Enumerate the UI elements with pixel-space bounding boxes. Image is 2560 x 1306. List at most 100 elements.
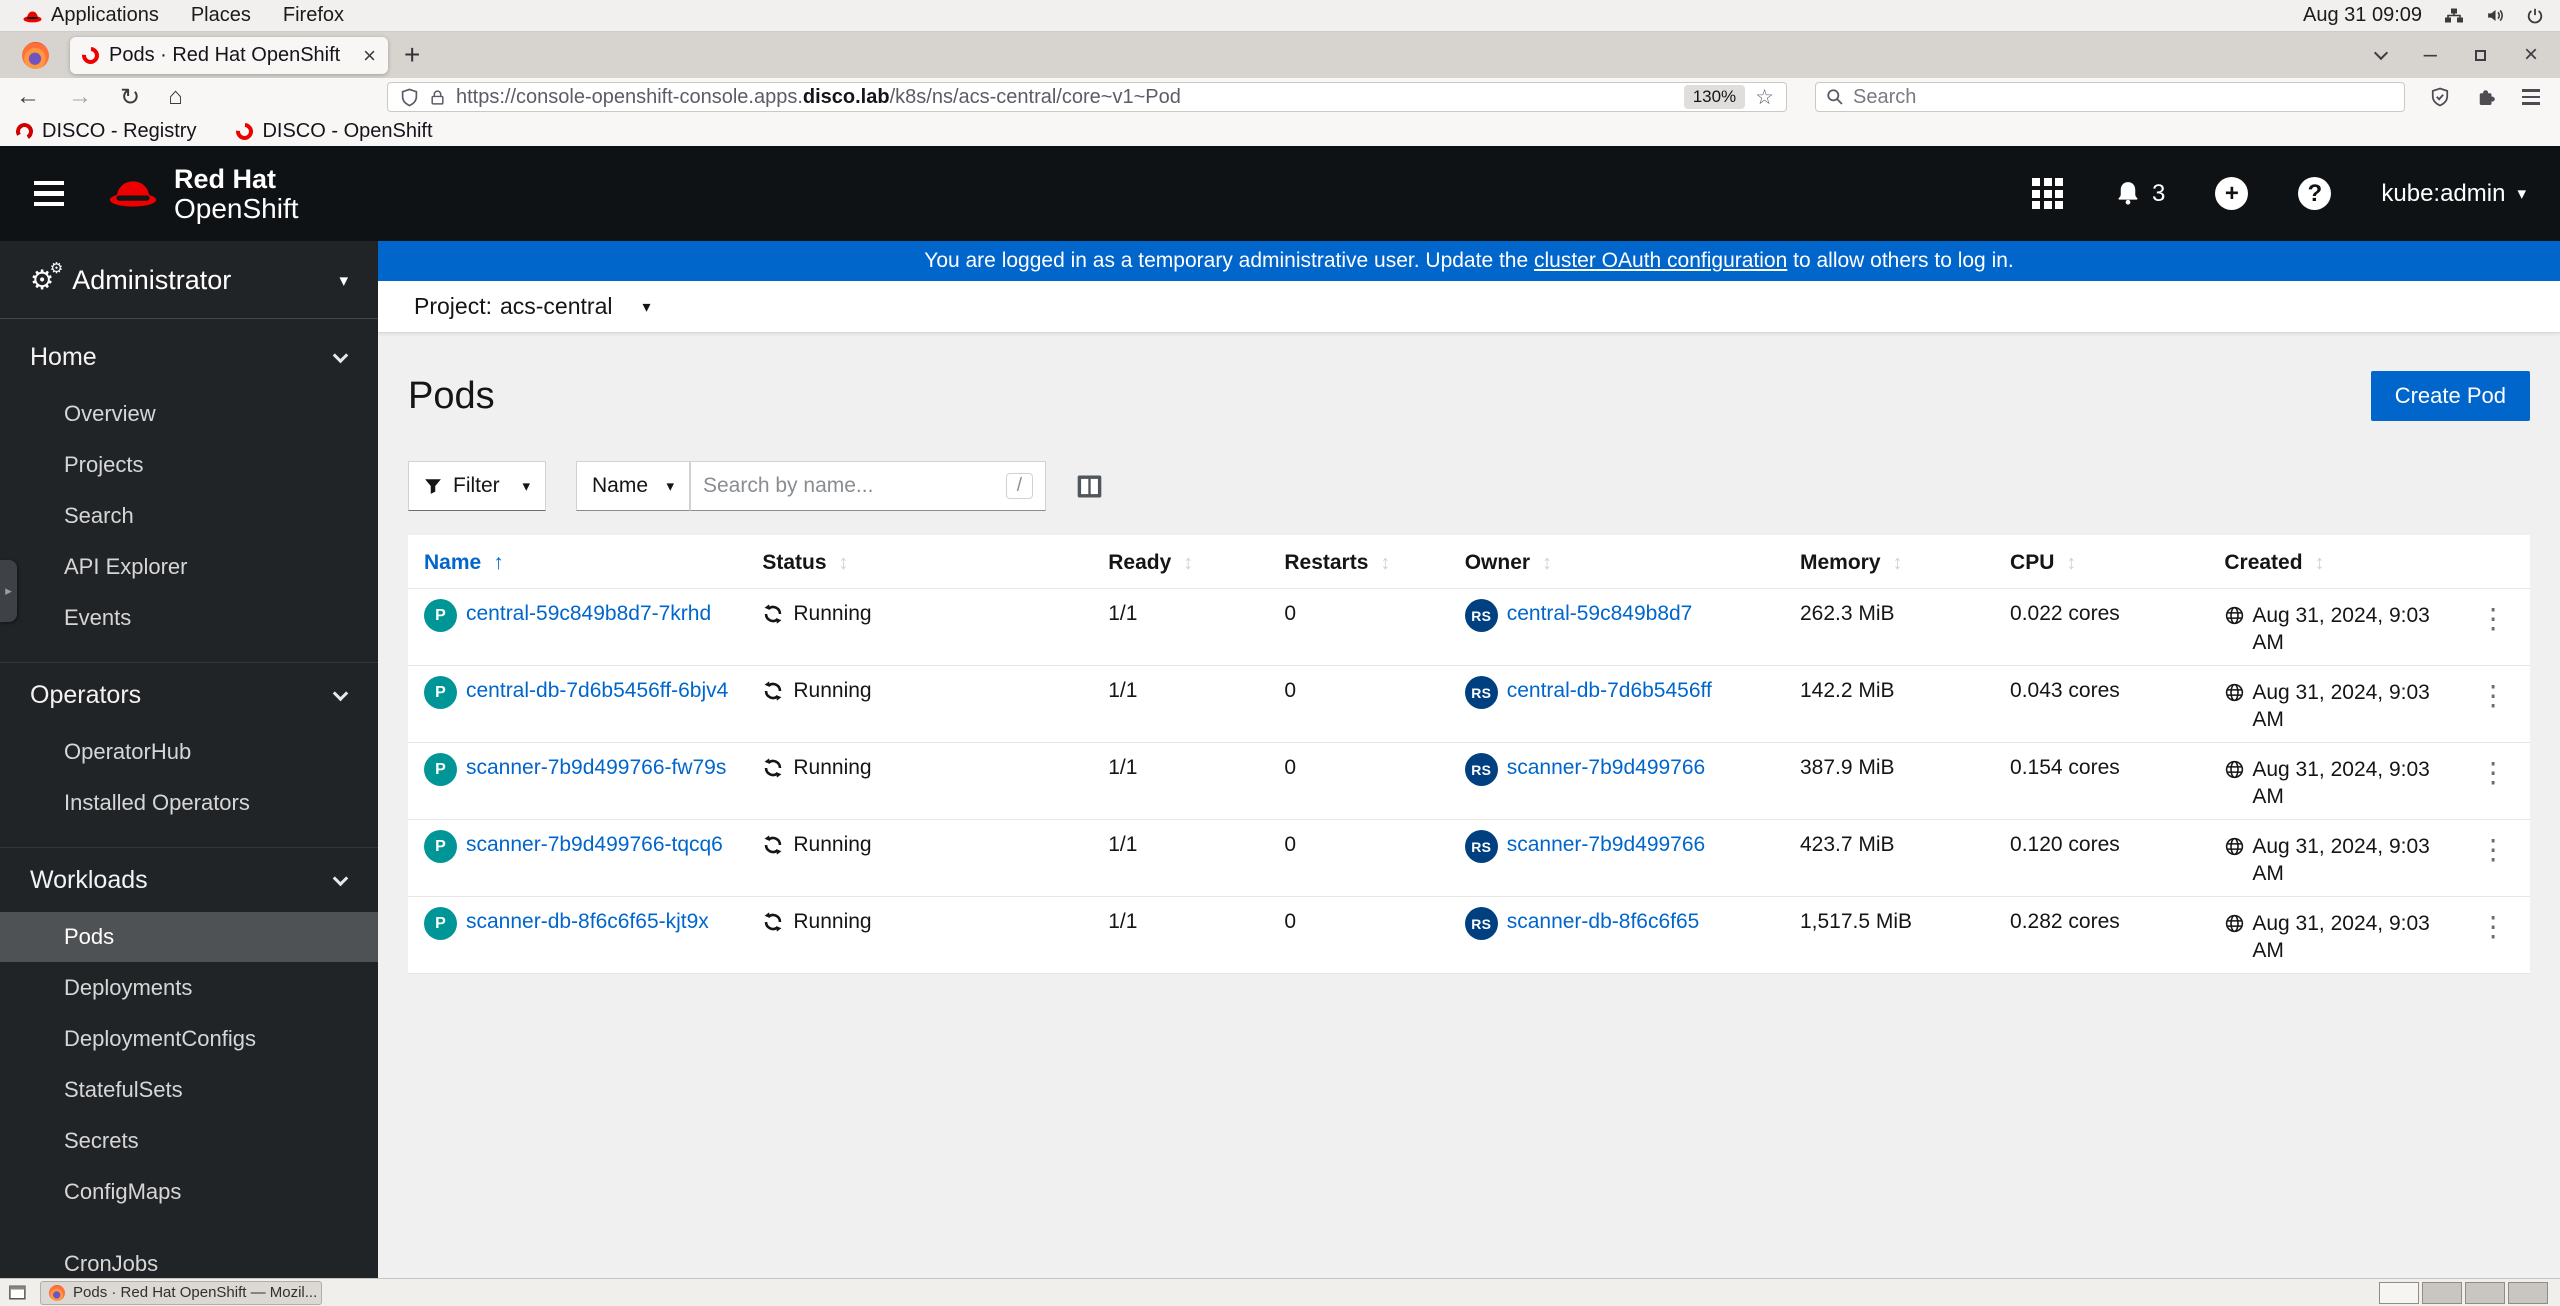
- column-header-status[interactable]: Status ↕: [762, 535, 1109, 589]
- oauth-config-link[interactable]: cluster OAuth configuration: [1534, 249, 1787, 272]
- column-header-cpu[interactable]: CPU ↕: [2010, 535, 2225, 589]
- window-minimize-button[interactable]: –: [2424, 43, 2437, 67]
- owner-link[interactable]: scanner-7b9d499766: [1507, 756, 1706, 780]
- sidebar-item-search[interactable]: Search: [0, 491, 378, 541]
- browser-search-bar[interactable]: [1815, 82, 2405, 112]
- user-menu[interactable]: kube:admin ▾: [2381, 180, 2526, 208]
- bookmark-disco-registry[interactable]: DISCO - Registry: [14, 120, 196, 143]
- clock[interactable]: Aug 31 09:09: [2303, 4, 2422, 27]
- filter-dropdown[interactable]: Filter ▾: [408, 461, 546, 511]
- sidebar-item-events[interactable]: Events: [0, 593, 378, 643]
- column-header-created[interactable]: Created ↕: [2224, 535, 2467, 589]
- tracking-shield-icon[interactable]: [400, 88, 419, 107]
- owner-link[interactable]: scanner-7b9d499766: [1507, 833, 1706, 857]
- firefox-icon[interactable]: [22, 42, 49, 69]
- drawer-handle[interactable]: ▸: [0, 560, 17, 622]
- status-text: Running: [793, 602, 872, 625]
- column-header-restarts[interactable]: Restarts ↕: [1284, 535, 1465, 589]
- sidebar-item-deploymentconfigs[interactable]: DeploymentConfigs: [0, 1014, 378, 1064]
- sidebar-item-statefulsets[interactable]: StatefulSets: [0, 1065, 378, 1115]
- search-type-dropdown[interactable]: Name ▾: [576, 461, 690, 511]
- name-filter-field[interactable]: /: [690, 461, 1046, 511]
- sidebar-item-overview[interactable]: Overview: [0, 389, 378, 439]
- column-header-memory[interactable]: Memory ↕: [1799, 535, 2011, 589]
- name-filter-input[interactable]: [703, 474, 1006, 498]
- sidebar-toggle-icon[interactable]: [34, 180, 64, 207]
- replicaset-badge: RS: [1464, 830, 1498, 863]
- shield-check-icon[interactable]: [2430, 87, 2450, 107]
- browser-search-input[interactable]: [1853, 85, 2394, 109]
- new-tab-button[interactable]: +: [404, 32, 420, 78]
- lock-icon[interactable]: [429, 89, 446, 106]
- workspace-1[interactable]: [2379, 1281, 2419, 1304]
- applications-menu[interactable]: Applications: [10, 0, 171, 31]
- workspace-4[interactable]: [2508, 1281, 2548, 1304]
- create-pod-button[interactable]: Create Pod: [2370, 371, 2530, 421]
- sidebar-item-configmaps[interactable]: ConfigMaps: [0, 1167, 378, 1217]
- network-icon[interactable]: [2444, 7, 2464, 24]
- url-bar[interactable]: https://console-openshift-console.apps.d…: [387, 82, 1787, 112]
- forward-button[interactable]: →: [68, 83, 92, 111]
- column-header-name[interactable]: Name ↑: [424, 551, 504, 574]
- list-tabs-icon[interactable]: [2373, 45, 2388, 61]
- zoom-level-badge[interactable]: 130%: [1683, 85, 1746, 109]
- row-kebab-menu[interactable]: ⋮: [2466, 665, 2530, 743]
- column-header-owner[interactable]: Owner ↕: [1464, 535, 1800, 589]
- app-menu-icon[interactable]: [2522, 89, 2540, 105]
- nav-group-workloads-header[interactable]: Workloads: [0, 848, 378, 911]
- column-header-ready[interactable]: Ready ↕: [1108, 535, 1285, 589]
- perspective-switcher[interactable]: ⚙ ⚙ Administrator ▾: [0, 241, 378, 319]
- pod-link[interactable]: central-db-7d6b5456ff-6bjv4: [466, 679, 728, 703]
- row-kebab-menu[interactable]: ⋮: [2466, 588, 2530, 666]
- places-menu[interactable]: Places: [179, 0, 263, 31]
- pod-link[interactable]: scanner-7b9d499766-fw79s: [466, 756, 726, 780]
- volume-icon[interactable]: [2486, 7, 2504, 24]
- sidebar-item-api-explorer[interactable]: API Explorer: [0, 542, 378, 592]
- nav-group-operators-header[interactable]: Operators: [0, 663, 378, 726]
- chevron-down-icon: ▾: [2517, 183, 2526, 203]
- sidebar-item-operatorhub[interactable]: OperatorHub: [0, 727, 378, 777]
- owner-link[interactable]: central-59c849b8d7: [1507, 602, 1693, 626]
- app-launcher-icon[interactable]: [2032, 178, 2064, 209]
- sidebar-item-installed-operators[interactable]: Installed Operators: [0, 778, 378, 828]
- sidebar-item-secrets[interactable]: Secrets: [0, 1116, 378, 1166]
- bookmark-star-icon[interactable]: ☆: [1755, 85, 1774, 110]
- pod-link[interactable]: central-59c849b8d7-7krhd: [466, 602, 711, 626]
- show-desktop-button[interactable]: [8, 1283, 28, 1302]
- openshift-favicon: [78, 43, 103, 68]
- help-button[interactable]: ?: [2298, 177, 2332, 210]
- sidebar-item-projects[interactable]: Projects: [0, 440, 378, 490]
- manage-columns-button[interactable]: [1076, 473, 1103, 500]
- restarts-cell: 0: [1284, 896, 1465, 974]
- browser-tab[interactable]: Pods · Red Hat OpenShift ×: [70, 37, 388, 74]
- sidebar-item-deployments[interactable]: Deployments: [0, 963, 378, 1013]
- bookmark-disco-openshift[interactable]: DISCO - OpenShift: [232, 119, 433, 143]
- row-kebab-menu[interactable]: ⋮: [2466, 742, 2530, 820]
- owner-link[interactable]: central-db-7d6b5456ff: [1507, 679, 1712, 703]
- tab-close-icon[interactable]: ×: [363, 43, 376, 69]
- extensions-puzzle-icon[interactable]: [2476, 87, 2496, 107]
- workspace-3[interactable]: [2465, 1281, 2505, 1304]
- home-button[interactable]: ⌂: [168, 83, 183, 111]
- pod-link[interactable]: scanner-7b9d499766-tqcq6: [466, 833, 723, 857]
- nav-group-home-header[interactable]: Home: [0, 325, 378, 388]
- back-button[interactable]: ←: [16, 83, 40, 111]
- reload-button[interactable]: ↻: [120, 83, 140, 112]
- workspace-2[interactable]: [2422, 1281, 2462, 1304]
- project-selector[interactable]: Project: acs-central ▾: [378, 281, 2560, 333]
- created-cell: Aug 31, 2024, 9:03 AM: [2252, 604, 2430, 654]
- quick-create-button[interactable]: +: [2215, 177, 2249, 210]
- row-kebab-menu[interactable]: ⋮: [2466, 819, 2530, 897]
- notifications-button[interactable]: 3: [2113, 179, 2165, 209]
- firefox-menu[interactable]: Firefox: [271, 0, 356, 31]
- window-close-button[interactable]: ×: [2524, 41, 2538, 69]
- replicaset-badge: RS: [1464, 907, 1498, 940]
- row-kebab-menu[interactable]: ⋮: [2466, 896, 2530, 974]
- sidebar-item-cronjobs[interactable]: CronJobs: [0, 1239, 378, 1278]
- sidebar-item-pods[interactable]: Pods: [0, 912, 378, 962]
- taskbar-window-button[interactable]: Pods · Red Hat OpenShift — Mozil...: [40, 1280, 322, 1305]
- window-maximize-button[interactable]: [2474, 49, 2486, 61]
- power-icon[interactable]: [2526, 7, 2544, 25]
- pod-link[interactable]: scanner-db-8f6c6f65-kjt9x: [466, 910, 709, 934]
- owner-link[interactable]: scanner-db-8f6c6f65: [1507, 910, 1700, 934]
